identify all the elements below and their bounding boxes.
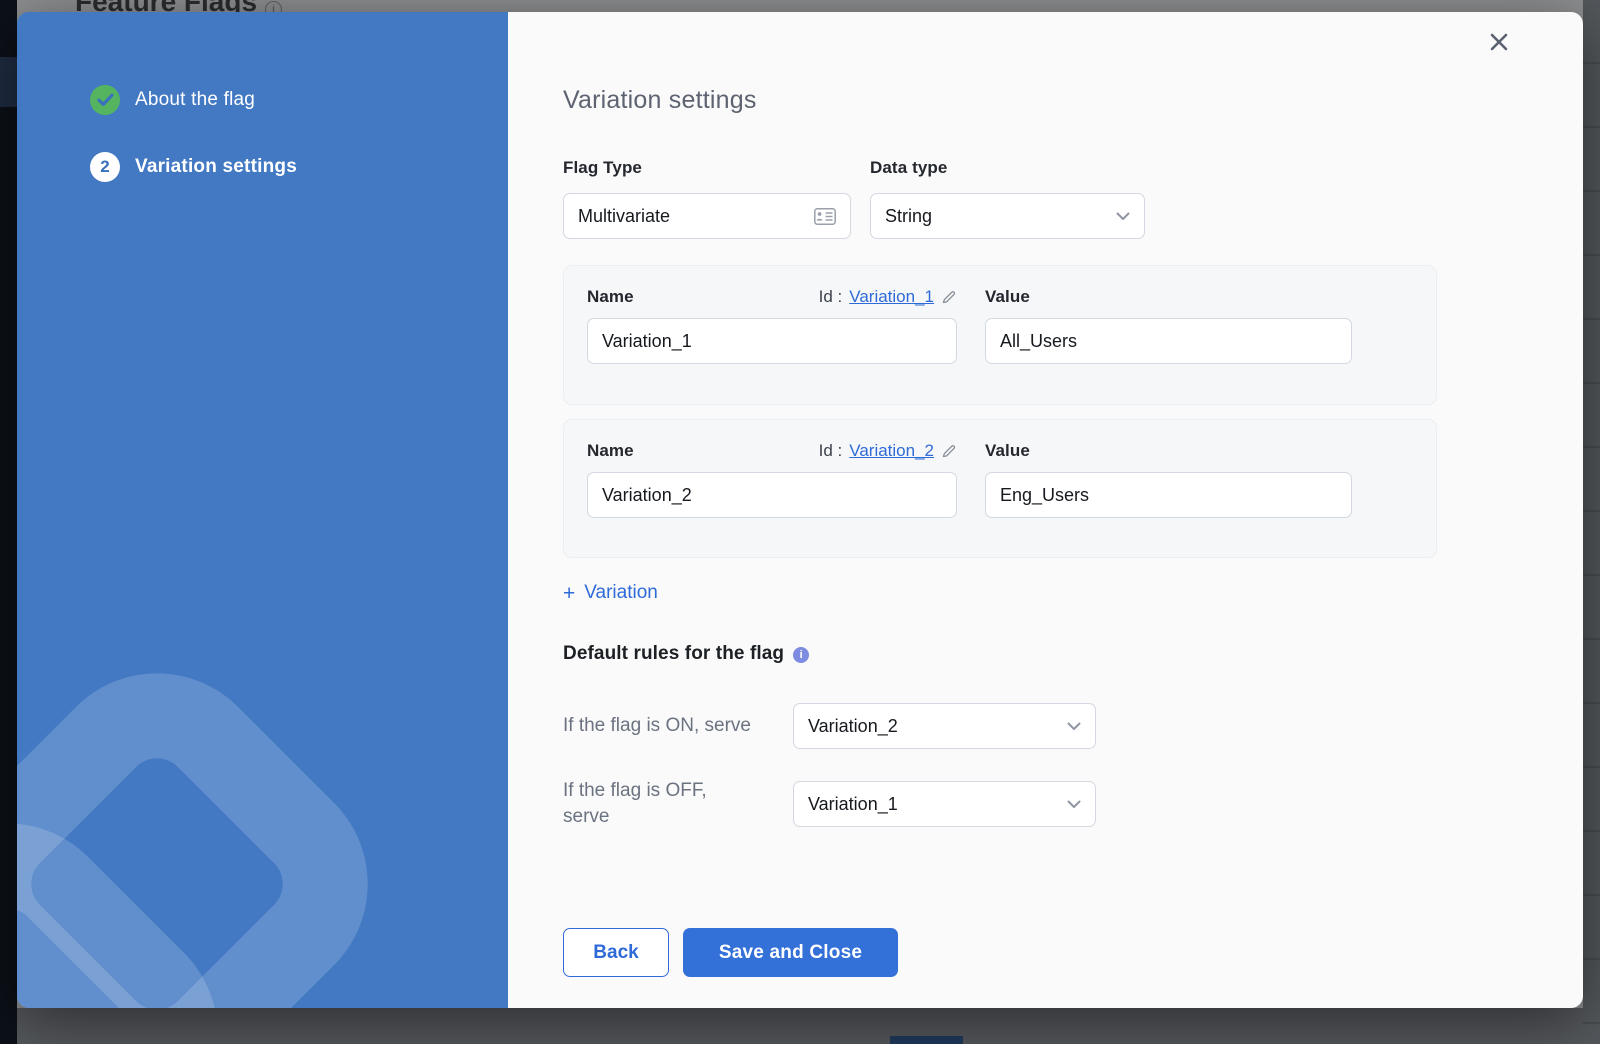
variation-settings-panel: Variation settings Flag Type Data type M…	[508, 12, 1583, 1008]
rule-off-label-line2: serve	[563, 806, 609, 827]
step-complete-check-icon	[90, 85, 120, 115]
variation-value-input[interactable]	[985, 472, 1352, 518]
nav-selected-item	[0, 57, 17, 107]
page-title-text: Feature Flags	[75, 0, 257, 12]
flag-type-field[interactable]: Multivariate	[563, 193, 851, 239]
data-type-select[interactable]: String	[870, 193, 1145, 239]
add-variation-button[interactable]: + Variation	[563, 582, 658, 604]
brand-watermark-icon	[17, 578, 508, 1008]
dimmed-page-button	[890, 1036, 963, 1044]
info-icon: i	[265, 1, 282, 13]
edit-pencil-icon[interactable]	[941, 289, 957, 305]
name-label: Name	[587, 287, 634, 307]
variation-id-link[interactable]: Variation_2	[849, 441, 934, 461]
id-prefix: Id :	[819, 287, 843, 307]
close-icon[interactable]	[1486, 29, 1512, 55]
flag-type-label: Flag Type	[563, 158, 870, 178]
page-title: Feature Flags i	[75, 0, 282, 12]
add-variation-label: Variation	[584, 582, 658, 604]
panel-title: Variation settings	[563, 86, 757, 115]
dimmed-page-right	[1583, 0, 1600, 1044]
name-label: Name	[587, 441, 634, 461]
rule-on-label: If the flag is ON, serve	[563, 713, 793, 739]
dimmed-page-header: Feature Flags i	[17, 0, 1583, 12]
data-type-value: String	[885, 206, 932, 227]
default-rules-heading: Default rules for the flag i	[563, 643, 809, 665]
default-rules-heading-text: Default rules for the flag	[563, 643, 784, 665]
flag-wizard-modal: About the flag 2 Variation settings Vari…	[17, 12, 1583, 1008]
chevron-down-icon	[1067, 722, 1081, 731]
plus-icon: +	[563, 584, 575, 603]
rule-on-value: Variation_2	[808, 716, 898, 737]
rule-on-select[interactable]: Variation_2	[793, 703, 1096, 749]
variation-id-link[interactable]: Variation_1	[849, 287, 934, 307]
variation-name-input[interactable]	[587, 318, 957, 364]
save-and-close-button[interactable]: Save and Close	[683, 928, 898, 977]
edit-pencil-icon[interactable]	[941, 443, 957, 459]
variation-card-2: Name Id : Variation_2	[563, 419, 1437, 558]
variation-card-1: Name Id : Variation_1	[563, 265, 1437, 405]
step-number-badge: 2	[90, 152, 120, 182]
step-about-the-flag[interactable]: About the flag	[90, 85, 297, 115]
rule-off-value: Variation_1	[808, 794, 898, 815]
wizard-steps: About the flag 2 Variation settings	[90, 85, 297, 182]
step-label: About the flag	[135, 89, 255, 111]
id-prefix: Id :	[819, 441, 843, 461]
info-icon[interactable]: i	[793, 647, 809, 663]
value-label: Value	[985, 287, 1030, 307]
dimmed-page-bottom	[17, 1008, 1583, 1044]
step-label: Variation settings	[135, 156, 297, 178]
chevron-down-icon	[1116, 212, 1130, 221]
rule-off-select[interactable]: Variation_1	[793, 781, 1096, 827]
top-field-labels: Flag Type Data type	[563, 158, 947, 178]
flag-type-value: Multivariate	[578, 206, 670, 227]
data-type-label: Data type	[870, 158, 947, 178]
app-nav-rail	[0, 0, 17, 1044]
chevron-down-icon	[1067, 800, 1081, 809]
wizard-sidebar: About the flag 2 Variation settings	[17, 12, 508, 1008]
variation-name-input[interactable]	[587, 472, 957, 518]
variation-value-input[interactable]	[985, 318, 1352, 364]
step-variation-settings[interactable]: 2 Variation settings	[90, 152, 297, 182]
rule-off-label-line1: If the flag is OFF,	[563, 780, 707, 801]
back-button[interactable]: Back	[563, 928, 669, 977]
value-label: Value	[985, 441, 1030, 461]
rule-off-label: If the flag is OFF, serve	[563, 778, 793, 830]
id-card-icon	[814, 208, 836, 225]
